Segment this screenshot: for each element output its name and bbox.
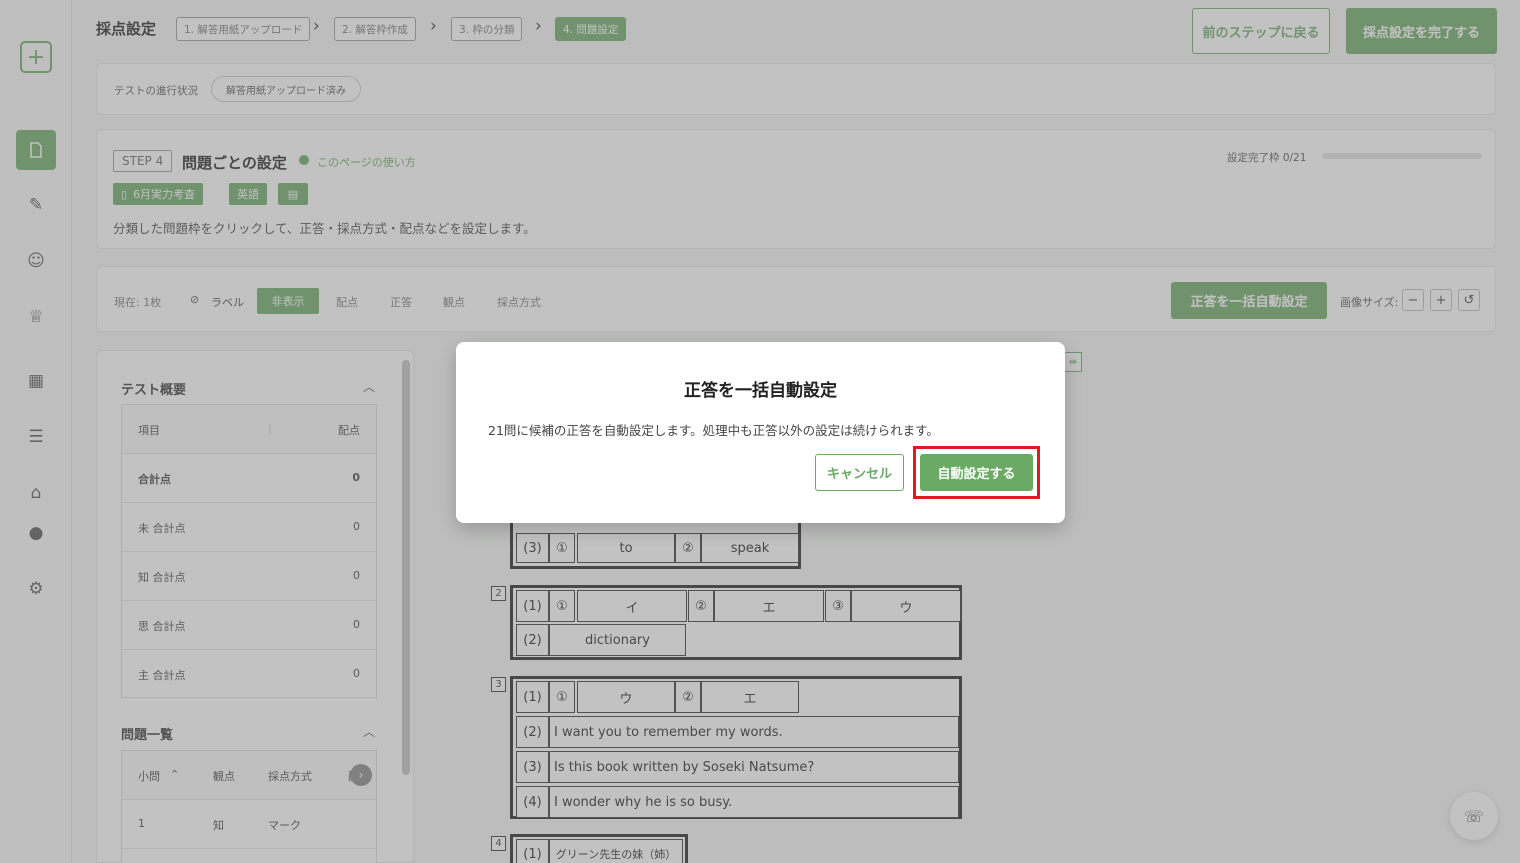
dialog-message: 21問に候補の正答を自動設定します。処理中も正答以外の設定は続けられます。	[488, 423, 939, 438]
confirm-auto-set-button[interactable]: 自動設定する	[920, 454, 1033, 491]
dialog-title: 正答を一括自動設定	[684, 381, 837, 401]
auto-set-dialog: 正答を一括自動設定 21問に候補の正答を自動設定します。処理中も正答以外の設定は…	[456, 342, 1065, 523]
cancel-button[interactable]: キャンセル	[815, 454, 904, 491]
